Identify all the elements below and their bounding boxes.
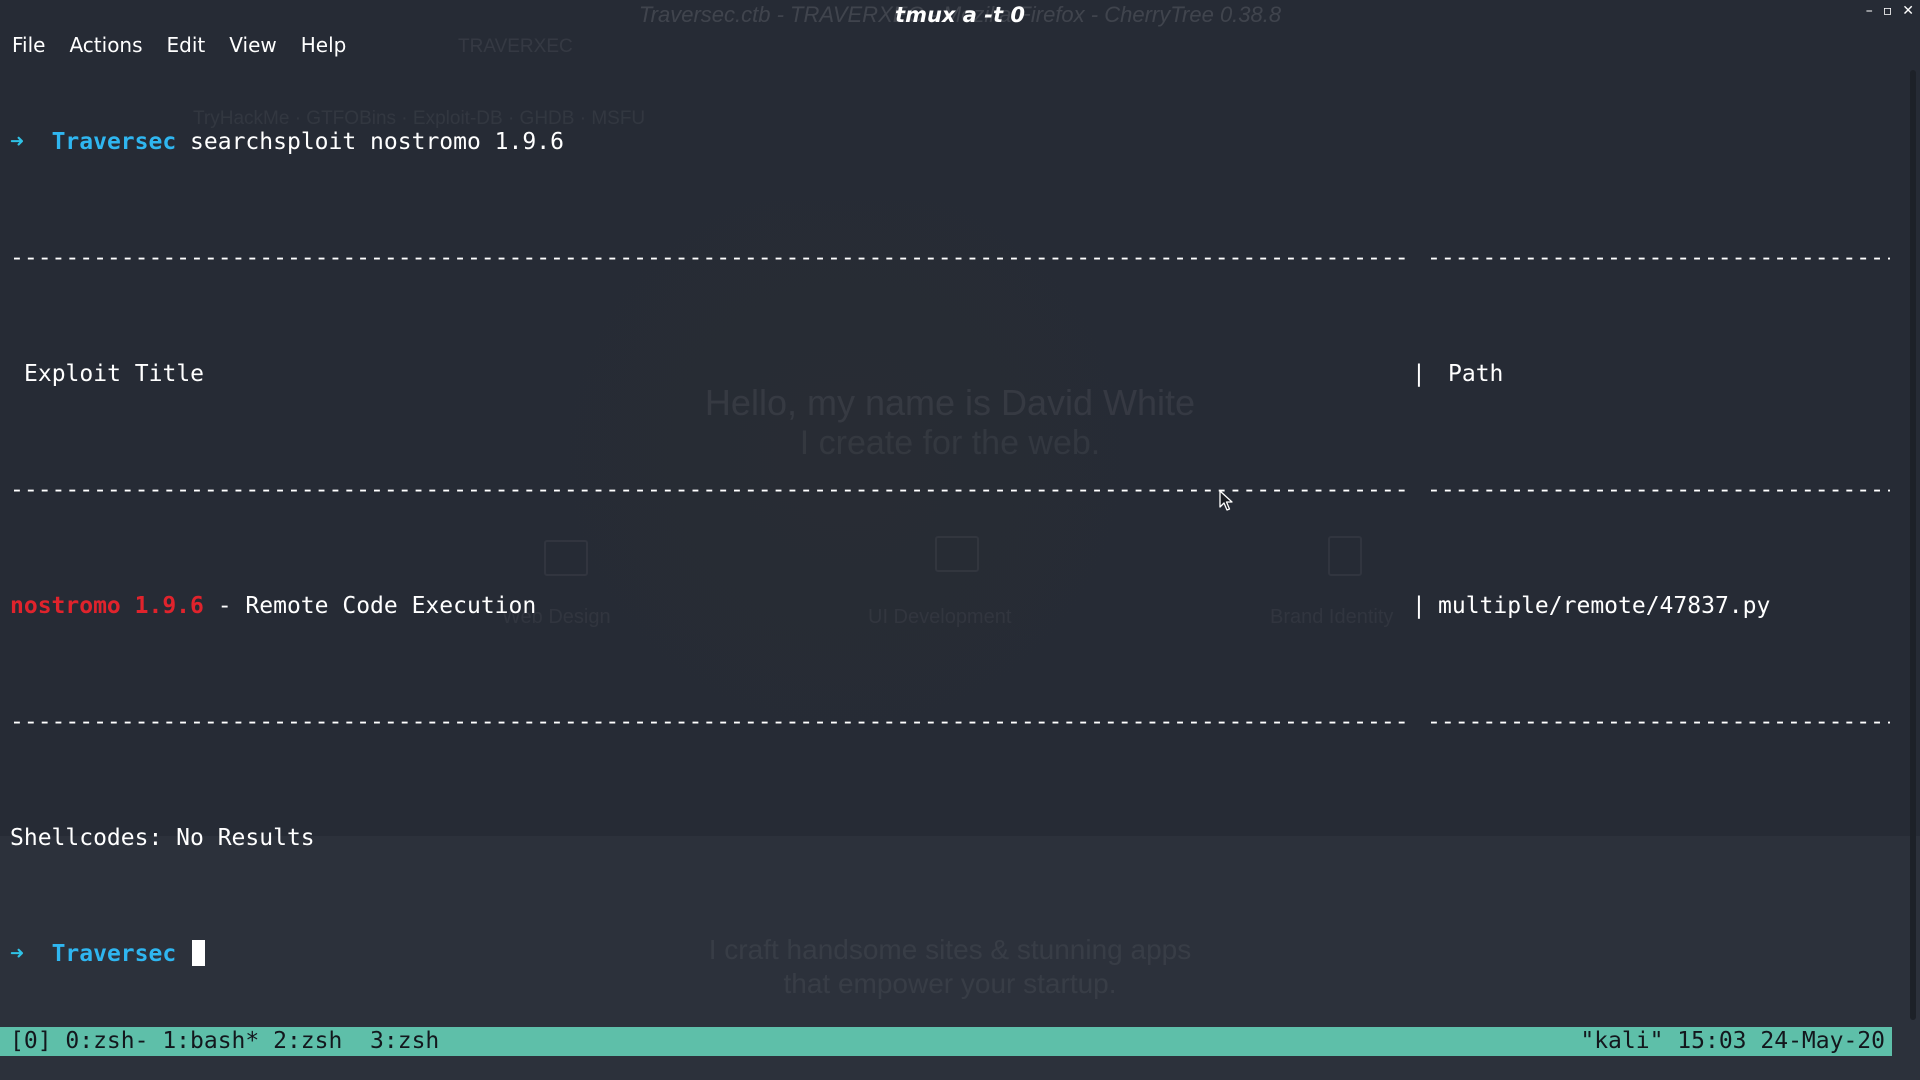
result-path: multiple/remote/47837.py — [1438, 593, 1771, 619]
minimize-icon[interactable]: – — [1866, 4, 1873, 18]
menu-edit[interactable]: Edit — [155, 32, 218, 58]
separator-line: ----------------------------------------… — [10, 476, 1890, 505]
result-title-rest: - Remote Code Execution — [203, 593, 537, 619]
menu-actions[interactable]: Actions — [57, 32, 154, 58]
terminal-scrollbar[interactable] — [1906, 70, 1920, 1020]
tmux-window-list[interactable]: [0] 0:zsh- 1:bash* 2:zsh 3:zsh — [10, 1027, 439, 1056]
shellcodes-line: Shellcodes: No Results — [10, 825, 315, 851]
separator-path-column: ----------------------------------------… — [1427, 245, 1890, 271]
separator-title-column: ----------------------------------------… — [10, 245, 1410, 271]
menu-help[interactable]: Help — [289, 32, 359, 58]
separator-line: ----------------------------------------… — [10, 708, 1890, 737]
close-icon[interactable]: ✕ — [1902, 4, 1914, 18]
separator-path-column: ----------------------------------------… — [1427, 477, 1890, 503]
prompt-directory: Traversec — [51, 941, 177, 967]
separator-title-column: ----------------------------------------… — [10, 477, 1410, 503]
mouse-pointer-icon — [1219, 490, 1233, 511]
result-match-highlight: nostromo 1.9.6 — [10, 593, 204, 619]
table-row: nostromo 1.9.6 - Remote Code Execution |… — [10, 592, 1890, 621]
window-title: tmux a -t 0 — [895, 3, 1025, 27]
prompt-directory: Traversec — [51, 129, 177, 155]
window-controls: – ▫ ✕ — [1866, 4, 1914, 18]
result-title: nostromo 1.9.6 - Remote Code Execution — [10, 592, 536, 621]
header-path: Path — [1448, 361, 1504, 387]
prompt-arrow-icon: ➜ — [10, 129, 24, 155]
menu-file[interactable]: File — [0, 32, 57, 58]
window-titlebar[interactable]: tmux a -t 0 – ▫ ✕ — [0, 0, 1920, 32]
text-cursor — [192, 940, 206, 966]
row-divider: | — [1412, 593, 1426, 619]
header-exploit-title: Exploit Title — [24, 361, 205, 387]
command-text: searchsploit nostromo 1.9.6 — [190, 129, 564, 155]
prompt-arrow-icon: ➜ — [10, 941, 24, 967]
separator-line: ----------------------------------------… — [10, 244, 1890, 273]
scrollbar-thumb[interactable] — [1910, 70, 1916, 1020]
tmux-host-clock: "kali" 15:03 24-May-20 — [1580, 1028, 1885, 1054]
prompt-line[interactable]: ➜ Traversec — [10, 940, 1890, 969]
terminal-output[interactable]: ➜ Traversec searchsploit nostromo 1.9.6 … — [10, 70, 1890, 998]
command-line: ➜ Traversec searchsploit nostromo 1.9.6 — [10, 128, 1890, 157]
menu-bar: File Actions Edit View Help — [0, 32, 358, 58]
menu-view[interactable]: View — [217, 32, 288, 58]
table-header: Exploit Title | Path — [10, 360, 1890, 389]
separator-path-column: ----------------------------------------… — [1427, 709, 1890, 735]
maximize-icon[interactable]: ▫ — [1883, 4, 1893, 18]
header-divider: | — [1412, 361, 1426, 387]
separator-title-column: ----------------------------------------… — [10, 709, 1410, 735]
background-tab: TRAVERXEC — [458, 36, 573, 57]
tmux-status-bar: [0] 0:zsh- 1:bash* 2:zsh 3:zsh "kali" 15… — [0, 1027, 1892, 1056]
